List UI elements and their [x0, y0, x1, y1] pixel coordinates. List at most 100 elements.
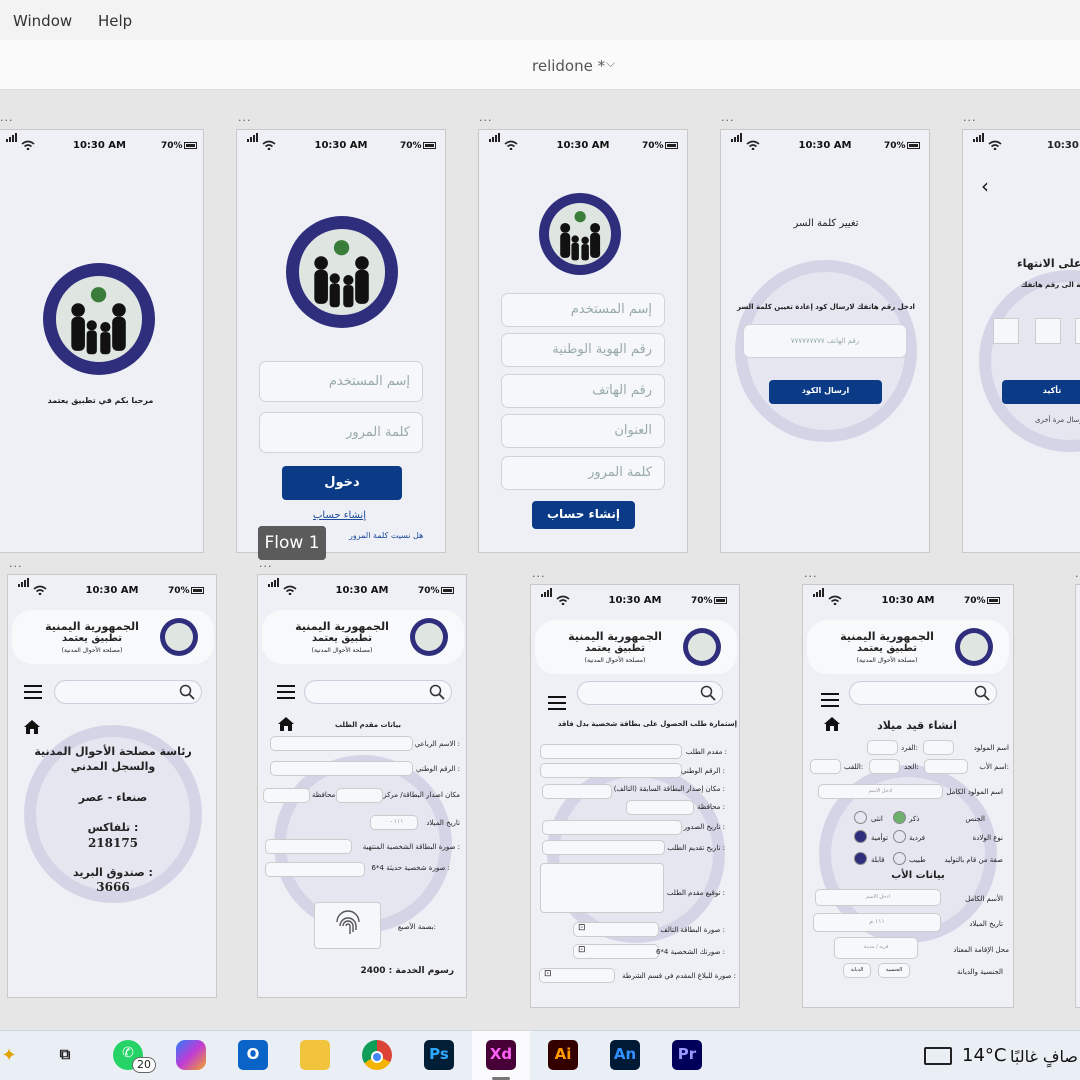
artboard-handle[interactable]: · — [1075, 571, 1080, 582]
illustrator-icon[interactable]: Ai — [548, 1040, 578, 1070]
issue-place-input[interactable] — [336, 788, 383, 803]
chevron-down-icon[interactable]: ⌵ — [606, 56, 615, 71]
male-radio[interactable] — [893, 811, 906, 824]
artboard-verify[interactable]: 10:30 AM ‹ على الانتهاء رسالة الى رقم ها… — [962, 129, 1080, 553]
artboard-handle[interactable]: ··· — [804, 571, 818, 582]
artboard-handle[interactable]: ··· — [532, 571, 546, 582]
send-code-button[interactable]: ارسال الكود — [769, 380, 882, 404]
artboard-handle[interactable]: ··· — [963, 115, 977, 126]
newborn-name-input[interactable] — [923, 740, 954, 755]
religion-input[interactable]: الديانة — [843, 963, 871, 978]
file-explorer-icon[interactable] — [300, 1040, 330, 1070]
artboard-lost-card[interactable]: 10:30 AM 70% الجمهورية اليمنية تطبيق يعت… — [530, 584, 740, 1008]
applicant-input[interactable] — [540, 744, 682, 759]
artboard-handle[interactable]: ··· — [9, 561, 23, 572]
issue-place-input[interactable] — [542, 784, 612, 799]
residence-input[interactable]: قرية / مدينة — [834, 937, 918, 959]
artboard-partial[interactable] — [1075, 584, 1080, 1008]
father-full-input[interactable]: ادخل الاسم — [815, 889, 941, 906]
damaged-card-input[interactable]: ⊡ — [573, 922, 659, 937]
expired-card-input[interactable] — [265, 839, 352, 854]
phone-input[interactable]: رقم الهاتف ٧٧٧٧٧٧٧٧٧ — [743, 324, 907, 358]
design-canvas[interactable]: ··· 10:30 AM 70% مرحبا بكم في تطبيق يعتم… — [0, 91, 1080, 1030]
artboard-birth[interactable]: 10:30 AM 70% الجمهورية اليمنية تطبيق يعت… — [802, 584, 1014, 1008]
doctor-radio[interactable] — [893, 852, 906, 865]
full-name-input[interactable]: ادخل الاسم — [818, 784, 943, 799]
create-account-button[interactable]: إنشاء حساب — [532, 501, 635, 529]
artboard-handle[interactable]: ··· — [259, 561, 273, 572]
flow-label-badge[interactable]: Flow 1 — [258, 526, 326, 560]
password-input[interactable]: كلمة المرور — [501, 456, 665, 490]
copilot-icon[interactable] — [176, 1040, 206, 1070]
artboard-handle[interactable]: ··· — [238, 115, 252, 126]
request-date-input[interactable] — [542, 840, 665, 855]
artboard-handle[interactable]: ··· — [721, 115, 735, 126]
full-name-input[interactable] — [270, 736, 413, 751]
nationality-input[interactable]: الجنسية — [878, 963, 910, 978]
governorate-input[interactable] — [626, 800, 694, 815]
hamburger-menu-icon[interactable] — [24, 685, 42, 699]
phone-input[interactable]: رقم الهاتف — [501, 374, 665, 408]
outlook-icon[interactable]: O — [238, 1040, 268, 1070]
artboard-splash[interactable]: 10:30 AM 70% مرحبا بكم في تطبيق يعتمد — [0, 129, 204, 553]
chrome-icon[interactable] — [362, 1040, 392, 1070]
search-input[interactable] — [577, 681, 723, 705]
artboard-handle[interactable]: ··· — [0, 115, 14, 126]
artboard-login[interactable]: 10:30 AM 70% إسم المستخدم كلمة المرور دخ… — [236, 129, 446, 553]
female-radio[interactable] — [854, 811, 867, 824]
midwife-radio[interactable] — [854, 852, 867, 865]
artboard-register[interactable]: 10:30 AM 70% إسم المستخدم رقم الهوية الو… — [478, 129, 688, 553]
code-digit-input[interactable] — [993, 318, 1019, 344]
username-input[interactable]: إسم المستخدم — [259, 361, 423, 402]
copilot-sparkle-icon[interactable]: ✦ — [0, 1040, 24, 1070]
username-input[interactable]: إسم المستخدم — [501, 293, 665, 327]
artboard-change-password[interactable]: 10:30 AM 70% تغيير كلمة السر ادخل رقم ها… — [720, 129, 930, 553]
hamburger-menu-icon[interactable] — [277, 685, 295, 699]
surname-input[interactable] — [810, 759, 841, 774]
signature-box[interactable] — [540, 863, 664, 913]
home-icon[interactable] — [23, 719, 41, 735]
home-icon[interactable] — [277, 716, 295, 732]
photoshop-icon[interactable]: Ps — [424, 1040, 454, 1070]
father-name-input[interactable] — [924, 759, 968, 774]
national-no-input[interactable] — [540, 763, 682, 778]
task-view-icon[interactable]: ⧉ — [50, 1040, 80, 1070]
weather-widget-icon[interactable] — [924, 1047, 952, 1065]
address-input[interactable]: العنوان — [501, 414, 665, 448]
resend-link[interactable]: لإرسال مرة أخرى — [1035, 416, 1080, 424]
artboard-handle[interactable]: ··· — [479, 115, 493, 126]
search-input[interactable] — [304, 680, 452, 704]
animate-icon[interactable]: An — [610, 1040, 640, 1070]
search-input[interactable] — [849, 681, 997, 705]
hamburger-menu-icon[interactable] — [548, 696, 566, 710]
national-no-input[interactable] — [270, 761, 413, 776]
home-icon[interactable] — [823, 716, 841, 732]
forgot-password-link[interactable]: هل نسيت كلمة المرور — [349, 531, 423, 540]
father-birth-input[interactable]: ١١١ م — [813, 913, 941, 932]
photo-input[interactable] — [265, 862, 365, 877]
search-input[interactable] — [54, 680, 202, 704]
national-id-input[interactable]: رقم الهوية الوطنية — [501, 333, 665, 367]
confirm-button[interactable]: تأكيد — [1002, 380, 1080, 404]
back-chevron-icon[interactable]: ‹ — [981, 174, 989, 198]
premiere-icon[interactable]: Pr — [672, 1040, 702, 1070]
birth-date-input[interactable]: ١١١ - ٠ — [370, 815, 418, 830]
weather-text[interactable]: صافٍ غالبًا — [1010, 1047, 1078, 1066]
code-digit-input[interactable] — [1035, 318, 1061, 344]
twins-radio[interactable] — [854, 830, 867, 843]
document-title[interactable]: relidone * — [532, 57, 605, 75]
xd-icon[interactable]: Xd — [486, 1040, 516, 1070]
police-report-input[interactable]: ⊡ — [539, 968, 615, 983]
login-button[interactable]: دخول — [282, 466, 402, 500]
grandfather-input[interactable] — [869, 759, 900, 774]
artboard-contact[interactable]: 10:30 AM 70% الجمهورية اليمنية تطبيق يعت… — [7, 574, 217, 998]
menu-window[interactable]: Window — [13, 12, 72, 30]
artboard-applicant[interactable]: 10:30 AM 70% الجمهورية اليمنية تطبيق يعت… — [257, 574, 467, 998]
issue-date-input[interactable] — [542, 820, 682, 835]
single-radio[interactable] — [893, 830, 906, 843]
menu-help[interactable]: Help — [98, 12, 132, 30]
code-digit-input[interactable] — [1075, 318, 1080, 344]
individual-input[interactable] — [867, 740, 898, 755]
create-account-link[interactable]: إنشاء حساب — [313, 510, 366, 521]
fingerprint-box[interactable] — [314, 902, 381, 949]
